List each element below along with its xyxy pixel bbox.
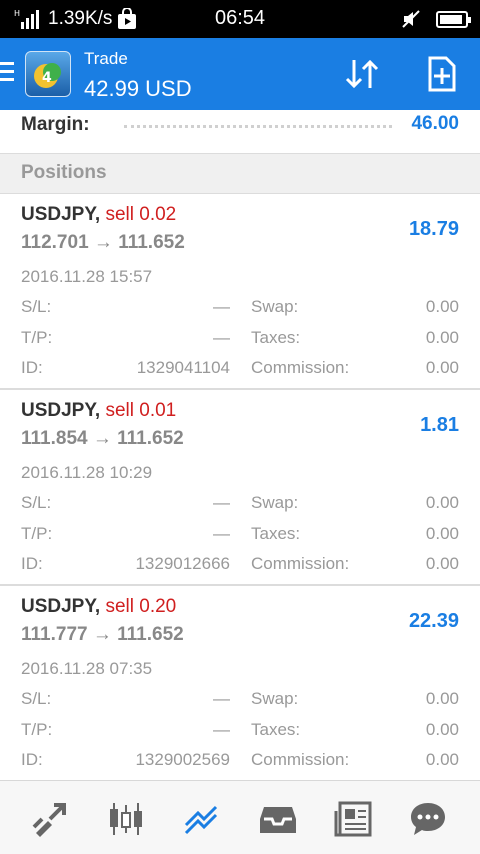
- taxes-value: 0.00: [425, 720, 459, 739]
- positions-title: Positions: [21, 162, 107, 183]
- mute-icon: [402, 10, 420, 28]
- id-value: 1329041104: [136, 358, 230, 377]
- tp-value: —: [213, 524, 230, 543]
- position-side: sell 0.20: [105, 596, 177, 617]
- swap-value: 0.00: [425, 689, 459, 708]
- app-bar: 4 Trade 42.99 USD: [0, 38, 480, 110]
- id-value: 1329012666: [135, 554, 230, 573]
- sl-value: —: [213, 493, 230, 512]
- sl-label: S/L:: [21, 493, 52, 512]
- id-label: ID:: [21, 358, 43, 377]
- menu-icon[interactable]: [0, 62, 14, 84]
- margin-row: Margin: 46.00: [0, 110, 480, 154]
- news-icon[interactable]: [334, 799, 374, 839]
- chart-icon[interactable]: [106, 799, 146, 839]
- positions-list: USDJPY, sell 0.02 112.701 → 111.652 18.7…: [0, 194, 480, 782]
- taxes-value: 0.00: [425, 524, 459, 543]
- status-bar: H 1.39K/s 06:54: [0, 0, 480, 38]
- position-side: sell 0.01: [105, 400, 177, 421]
- sort-icon[interactable]: [342, 56, 382, 92]
- tp-label: T/P:: [21, 328, 53, 347]
- position-item[interactable]: USDJPY, sell 0.01 111.854 → 111.652 1.81…: [0, 390, 480, 586]
- svg-text:4: 4: [42, 70, 52, 86]
- position-profit: 22.39: [408, 610, 459, 632]
- tp-label: T/P:: [21, 524, 53, 543]
- position-time: 2016.11.28 10:29: [21, 463, 153, 482]
- position-time: 2016.11.28 07:35: [21, 659, 153, 678]
- commission-value: 0.00: [425, 358, 459, 377]
- symbol-text: USDJPY,: [21, 204, 101, 225]
- position-item[interactable]: USDJPY, sell 0.02 112.701 → 111.652 18.7…: [0, 194, 480, 390]
- position-prices: 112.701 → 111.652: [21, 232, 185, 253]
- margin-label: Margin:: [21, 114, 90, 135]
- margin-value: 46.00: [411, 113, 459, 134]
- position-prices: 111.854 → 111.652: [21, 428, 184, 449]
- position-time: 2016.11.28 15:57: [21, 267, 153, 286]
- taxes-label: Taxes:: [251, 328, 301, 347]
- quotes-icon[interactable]: [30, 799, 70, 839]
- tp-value: —: [213, 328, 230, 347]
- position-side: sell 0.02: [105, 204, 177, 225]
- swap-label: Swap:: [251, 297, 299, 316]
- commission-value: 0.00: [425, 750, 459, 769]
- commission-label: Commission:: [251, 750, 350, 769]
- swap-label: Swap:: [251, 689, 299, 708]
- id-label: ID:: [21, 750, 43, 769]
- symbol-text: USDJPY,: [21, 400, 101, 421]
- chat-icon[interactable]: [408, 799, 448, 839]
- symbol-text: USDJPY,: [21, 596, 101, 617]
- trade-icon[interactable]: [182, 799, 222, 839]
- position-profit: 1.81: [420, 414, 459, 436]
- screen-title: Trade: [84, 49, 128, 68]
- tp-label: T/P:: [21, 720, 53, 739]
- position-profit: 18.79: [408, 218, 459, 240]
- taxes-label: Taxes:: [251, 720, 301, 739]
- account-balance: 42.99 USD: [84, 76, 192, 101]
- commission-value: 0.00: [425, 554, 459, 573]
- metatrader-logo: 4: [25, 51, 71, 97]
- position-item[interactable]: USDJPY, sell 0.20 111.777 → 111.652 22.3…: [0, 586, 480, 782]
- id-value: 1329002569: [135, 750, 230, 769]
- position-prices: 111.777 → 111.652: [21, 624, 184, 645]
- position-symbol: USDJPY, sell 0.20: [21, 596, 176, 618]
- swap-value: 0.00: [425, 297, 459, 316]
- swap-value: 0.00: [425, 493, 459, 512]
- swap-label: Swap:: [251, 493, 299, 512]
- battery-icon: [436, 10, 471, 28]
- dotted-leader: [124, 125, 392, 128]
- position-symbol: USDJPY, sell 0.01: [21, 400, 176, 422]
- sl-value: —: [213, 689, 230, 708]
- commission-label: Commission:: [251, 554, 350, 573]
- commission-label: Commission:: [251, 358, 350, 377]
- taxes-value: 0.00: [425, 328, 459, 347]
- id-label: ID:: [21, 554, 43, 573]
- history-icon[interactable]: [258, 799, 298, 839]
- sl-label: S/L:: [21, 297, 52, 316]
- taxes-label: Taxes:: [251, 524, 301, 543]
- positions-section-header: Positions: [0, 154, 480, 194]
- sl-label: S/L:: [21, 689, 52, 708]
- sl-value: —: [213, 297, 230, 316]
- tp-value: —: [213, 720, 230, 739]
- position-symbol: USDJPY, sell 0.02: [21, 204, 176, 226]
- bottom-navigation: [0, 780, 480, 854]
- new-order-icon[interactable]: [422, 56, 462, 92]
